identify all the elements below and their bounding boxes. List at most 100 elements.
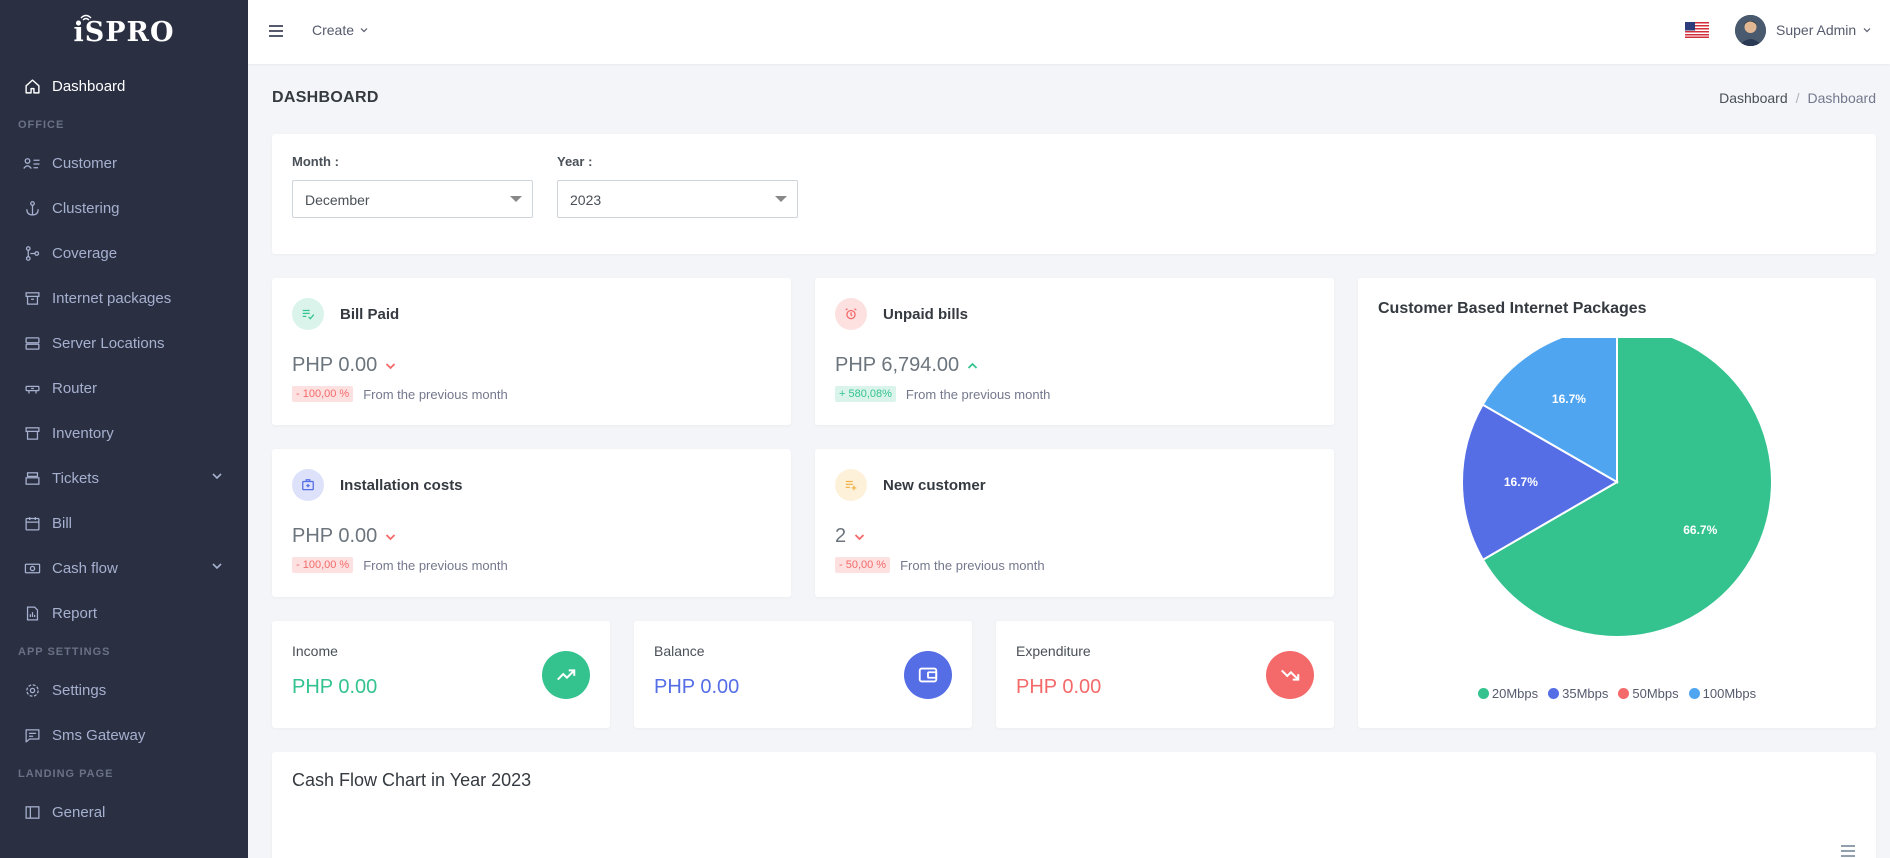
alarm-icon (835, 298, 867, 330)
users-list-icon (22, 154, 42, 174)
sidebar-item-bill[interactable]: Bill (0, 501, 248, 546)
income-value: PHP 0.00 (292, 676, 378, 698)
wallet-icon (904, 651, 952, 699)
route-icon (22, 244, 42, 264)
expenditure-title: Expenditure (1016, 643, 1091, 659)
chevron-up-icon (968, 362, 978, 369)
year-value: 2023 (570, 192, 602, 208)
sidebar-item-inventory[interactable]: Inventory (0, 411, 248, 456)
sidebar-item-label: Tickets (52, 470, 99, 487)
sidebar-item-label: Router (52, 380, 98, 397)
legend-item-50mbps[interactable]: 50Mbps (1618, 686, 1679, 701)
stat-amount: 2 (835, 525, 847, 547)
legend-dot (1618, 688, 1630, 699)
sidebar-item-label: Internet packages (52, 290, 172, 307)
income-title: Income (292, 643, 338, 659)
sidebar-item-router[interactable]: Router (0, 366, 248, 411)
legend-item-35mbps[interactable]: 35Mbps (1548, 686, 1608, 701)
change-badge: - 100,00 % (292, 386, 354, 402)
caret-down-icon (510, 196, 522, 202)
stat-title: New customer (883, 477, 986, 494)
file-report-icon (22, 604, 42, 624)
app-logo[interactable]: iSPRO (0, 0, 248, 64)
bill-paid-card: Bill Paid PHP 0.00 - 100,00 % From the p… (272, 278, 791, 425)
sidebar: iSPRO Dashboard OFFICE Customer Clusteri… (0, 0, 248, 858)
legend-item-100mbps[interactable]: 100Mbps (1688, 686, 1756, 701)
stat-title: Unpaid bills (883, 306, 969, 323)
sidebar-item-label: Dashboard (52, 78, 126, 95)
balance-title: Balance (654, 643, 705, 659)
stat-footnote: From the previous month (363, 557, 508, 573)
sidebar-item-internet-packages[interactable]: Internet packages (0, 276, 248, 321)
sidebar-item-dashboard[interactable]: Dashboard (0, 64, 248, 109)
sidebar-item-label: Inventory (52, 425, 114, 442)
year-select[interactable]: 2023 (557, 180, 798, 218)
sidebar-item-server-locations[interactable]: Server Locations (0, 321, 248, 366)
legend-item-20mbps[interactable]: 20Mbps (1477, 686, 1538, 701)
chevron-down-icon (386, 362, 396, 369)
trending-down-icon (1266, 651, 1314, 699)
stat-title: Installation costs (340, 477, 463, 494)
sidebar-item-label: Coverage (52, 245, 118, 262)
sidebar-item-sms-gateway[interactable]: Sms Gateway (0, 713, 248, 758)
stat-footnote: From the previous month (900, 557, 1045, 573)
server-icon (22, 334, 42, 354)
sidebar-item-settings[interactable]: Settings (0, 668, 248, 713)
sidebar-item-coverage[interactable]: Coverage (0, 231, 248, 276)
stat-amount: PHP 6,794.00 (835, 354, 960, 376)
playlist-add-icon (835, 469, 867, 501)
stat-title: Bill Paid (340, 306, 400, 323)
month-label: Month : (292, 154, 339, 169)
new-customer-card: New customer 2 - 50,00 % From the previo… (815, 449, 1334, 597)
calendar-icon (22, 514, 42, 534)
sidebar-item-label: Settings (52, 682, 107, 699)
legend-label: 50Mbps (1632, 686, 1679, 701)
router-icon (22, 379, 42, 399)
wifi-icon (80, 14, 92, 21)
change-badge: - 100,00 % (292, 557, 354, 573)
installation-costs-card: Installation costs PHP 0.00 - 100,00 % F… (272, 449, 791, 597)
sidebar-section-office: OFFICE (18, 119, 65, 131)
sidebar-item-label: Report (52, 605, 98, 622)
us-flag-icon[interactable] (1685, 22, 1709, 38)
stat-footer: - 100,00 % From the previous month (292, 557, 508, 573)
chevron-down-icon (386, 533, 396, 540)
stat-footnote: From the previous month (363, 386, 508, 402)
user-menu[interactable]: Super Admin (1776, 22, 1871, 38)
stat-value: 2 (835, 525, 865, 548)
create-menu[interactable]: Create (312, 22, 368, 38)
unpaid-bills-card: Unpaid bills PHP 6,794.00 + 580,08% From… (815, 278, 1334, 425)
sidebar-item-clustering[interactable]: Clustering (0, 186, 248, 231)
expenditure-card: Expenditure PHP 0.00 (996, 621, 1334, 728)
breadcrumb-current: Dashboard (1807, 90, 1877, 106)
balance-value: PHP 0.00 (654, 676, 740, 698)
legend-label: 35Mbps (1562, 686, 1609, 701)
pie-label-20mbps: 66.7% (1683, 523, 1717, 537)
legend-dot (1548, 688, 1560, 699)
avatar[interactable] (1735, 15, 1766, 46)
pie-chart: 66.7% 16.7% 16.7% (1461, 338, 1773, 638)
stat-amount: PHP 0.00 (292, 354, 378, 376)
pie-label-35mbps: 16.7% (1504, 475, 1538, 489)
sidebar-item-report[interactable]: Report (0, 591, 248, 636)
sidebar-item-label: Bill (52, 515, 73, 532)
sidebar-item-cash-flow[interactable]: Cash flow (0, 546, 248, 591)
sidebar-item-label: Server Locations (52, 335, 165, 352)
caret-down-icon (775, 196, 787, 202)
packages-chart-card: Customer Based Internet Packages 66.7% 16… (1358, 278, 1876, 728)
month-select[interactable]: December (292, 180, 533, 218)
stat-value: PHP 6,794.00 (835, 354, 978, 377)
ticket-icon (22, 469, 42, 489)
stat-footer: - 50,00 % From the previous month (835, 557, 1045, 573)
sidebar-item-general[interactable]: General (0, 790, 248, 835)
sidebar-item-tickets[interactable]: Tickets (0, 456, 248, 501)
menu-icon[interactable] (266, 21, 286, 41)
breadcrumb-separator: / (1795, 90, 1800, 106)
home-icon (22, 77, 42, 97)
chart-menu-icon[interactable] (1840, 844, 1856, 858)
breadcrumb-item[interactable]: Dashboard (1719, 90, 1788, 106)
sidebar-section-app-settings: APP SETTINGS (18, 646, 111, 658)
year-label: Year : (557, 154, 593, 169)
box-icon (22, 424, 42, 444)
sidebar-item-customer[interactable]: Customer (0, 141, 248, 186)
